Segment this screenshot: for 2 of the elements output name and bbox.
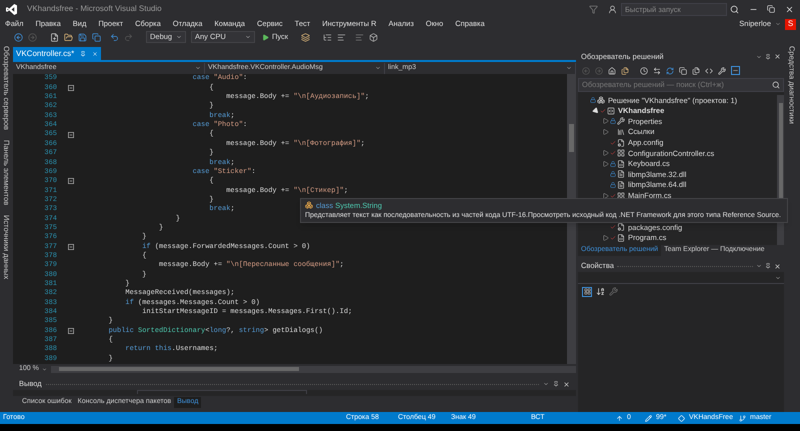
account-avatar[interactable]: S bbox=[785, 18, 796, 30]
window-title: VKhandsfree - Microsoft Visual Studio bbox=[27, 3, 162, 15]
